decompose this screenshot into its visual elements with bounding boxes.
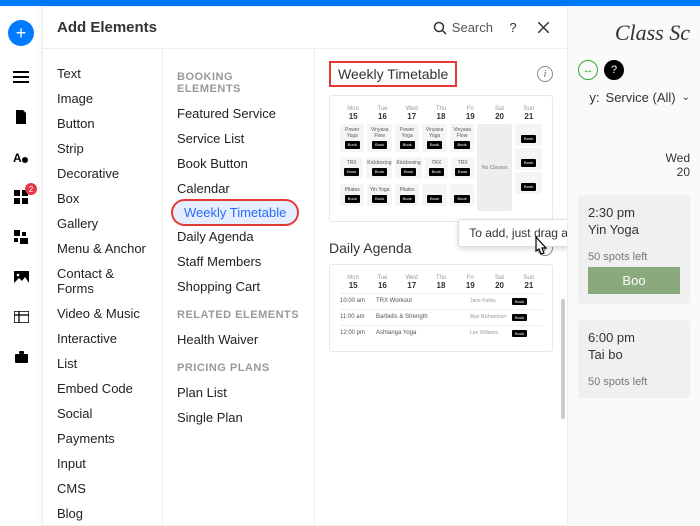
info-icon[interactable]: i	[537, 66, 553, 82]
weekly-timetable-preview: Weekly Timetable i Mon15Tue16Wed17Thu18F…	[329, 61, 553, 222]
media-icon[interactable]	[12, 268, 30, 286]
search-icon	[433, 21, 447, 35]
scrollbar[interactable]	[561, 299, 565, 419]
element-health-waiver[interactable]: Health Waiver	[163, 327, 314, 352]
apps-badge: 2	[25, 183, 37, 195]
search-button[interactable]: Search	[433, 20, 493, 35]
category-list[interactable]: List	[43, 351, 162, 376]
left-rail: + A 2	[0, 6, 42, 526]
apps-icon[interactable]: 2	[12, 188, 30, 206]
element-single-plan[interactable]: Single Plan	[163, 405, 314, 430]
element-weekly-timetable[interactable]: Weekly Timetable	[173, 201, 297, 224]
data-icon[interactable]	[12, 308, 30, 326]
elements-column: BOOKING ELEMENTSFeatured ServiceService …	[163, 49, 315, 525]
preview-title-weekly: Weekly Timetable	[329, 61, 457, 87]
daily-agenda-preview: Daily Agenda i Mon15Tue16Wed17Thu18Fri19…	[329, 240, 553, 352]
category-embed-code[interactable]: Embed Code	[43, 376, 162, 401]
page-icon[interactable]	[12, 108, 30, 126]
category-contact-forms[interactable]: Contact & Forms	[43, 261, 162, 301]
panel-title: Add Elements	[57, 19, 433, 36]
preview-title-daily: Daily Agenda	[329, 240, 412, 256]
category-menu-anchor[interactable]: Menu & Anchor	[43, 236, 162, 261]
category-input[interactable]: Input	[43, 451, 162, 476]
category-blog[interactable]: Blog	[43, 501, 162, 525]
add-button[interactable]: +	[8, 20, 34, 46]
element-plan-list[interactable]: Plan List	[163, 380, 314, 405]
service-filter[interactable]: y: Service (All) ⌄	[578, 90, 690, 105]
category-image[interactable]: Image	[43, 86, 162, 111]
element-book-button[interactable]: Book Button	[163, 151, 314, 176]
section-label: BOOKING ELEMENTS	[163, 61, 314, 101]
category-social[interactable]: Social	[43, 401, 162, 426]
business-icon[interactable]	[12, 348, 30, 366]
element-daily-agenda[interactable]: Daily Agenda	[163, 224, 314, 249]
date-label: Wed 20	[578, 151, 690, 179]
category-column: TextImageButtonStripDecorativeBoxGallery…	[43, 49, 163, 525]
section-label: PRICING PLANS	[163, 352, 314, 380]
element-staff-members[interactable]: Staff Members	[163, 249, 314, 274]
daily-agenda-widget[interactable]: Mon15Tue16Wed17Thu18Fri19Sat20Sun2110:00…	[329, 264, 553, 352]
chevron-down-icon: ⌄	[682, 92, 690, 103]
panel-header: Add Elements Search ?	[43, 7, 567, 49]
category-decorative[interactable]: Decorative	[43, 161, 162, 186]
stretch-icon[interactable]: ↔	[578, 60, 598, 80]
category-box[interactable]: Box	[43, 186, 162, 211]
section-label: RELATED ELEMENTS	[163, 299, 314, 327]
category-video-music[interactable]: Video & Music	[43, 301, 162, 326]
cursor-icon	[529, 235, 551, 264]
theme-icon[interactable]: A	[12, 148, 30, 166]
layout-icon[interactable]	[12, 228, 30, 246]
category-interactive[interactable]: Interactive	[43, 326, 162, 351]
page-title: Class Sc	[578, 20, 690, 46]
help-badge-icon[interactable]: ?	[604, 60, 624, 80]
category-button[interactable]: Button	[43, 111, 162, 136]
canvas-area: Class Sc ↔ ? y: Service (All) ⌄ Wed 20 2…	[568, 6, 700, 526]
weekly-timetable-widget[interactable]: Mon15Tue16Wed17Thu18Fri19Sat20Sun21Power…	[329, 95, 553, 222]
element-shopping-cart[interactable]: Shopping Cart	[163, 274, 314, 299]
book-button[interactable]: Boo	[588, 267, 680, 294]
preview-column: Weekly Timetable i Mon15Tue16Wed17Thu18F…	[315, 49, 567, 525]
close-icon[interactable]	[533, 18, 553, 38]
category-strip[interactable]: Strip	[43, 136, 162, 161]
add-elements-panel: Add Elements Search ? TextImageButtonStr…	[42, 6, 568, 526]
element-service-list[interactable]: Service List	[163, 126, 314, 151]
category-text[interactable]: Text	[43, 61, 162, 86]
class-card[interactable]: 2:30 pm Yin Yoga 50 spots left Boo	[578, 195, 690, 304]
category-payments[interactable]: Payments	[43, 426, 162, 451]
element-calendar[interactable]: Calendar	[163, 176, 314, 201]
category-gallery[interactable]: Gallery	[43, 211, 162, 236]
section-icon[interactable]	[12, 68, 30, 86]
svg-text:A: A	[13, 151, 22, 164]
category-cms[interactable]: CMS	[43, 476, 162, 501]
class-card[interactable]: 6:00 pm Tai bo 50 spots left	[578, 320, 690, 398]
element-featured-service[interactable]: Featured Service	[163, 101, 314, 126]
help-icon[interactable]: ?	[503, 18, 523, 38]
